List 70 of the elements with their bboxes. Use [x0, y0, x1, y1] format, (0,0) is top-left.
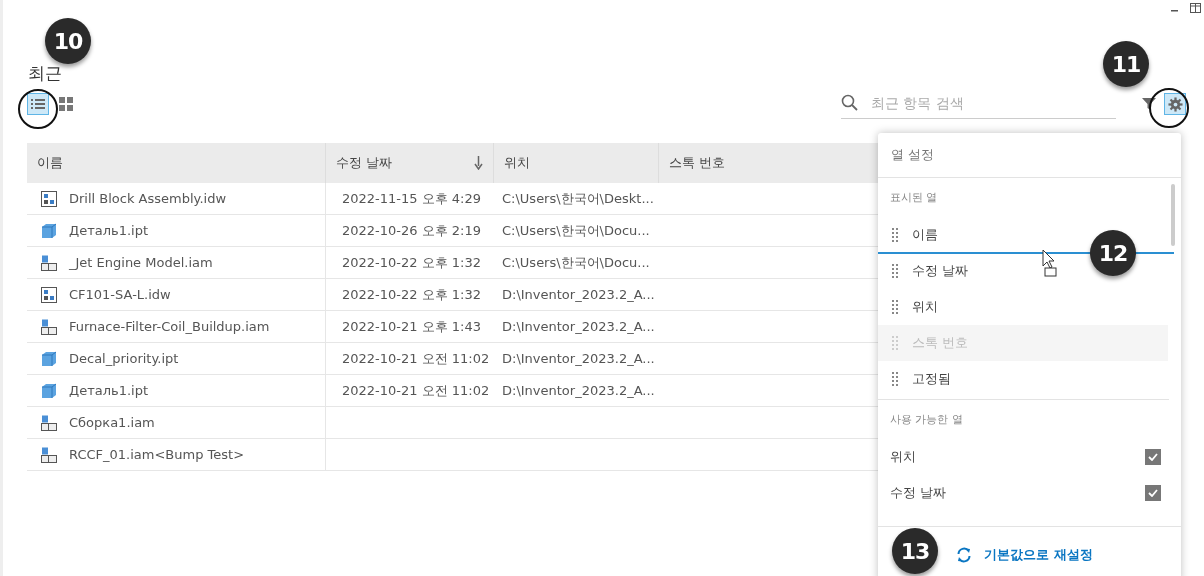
column-item[interactable]: 위치	[878, 289, 1168, 325]
table-cell: D:\Inventor_2023.2_A...	[502, 319, 655, 334]
list-icon	[31, 98, 45, 110]
table-cell: 2022-10-21 오전 11:02	[342, 381, 490, 400]
file-name[interactable]: Decal_priority.ipt	[69, 351, 179, 366]
column-option: 위치	[890, 448, 916, 466]
settings-button[interactable]	[1164, 93, 1186, 115]
section-heading: 사용 가능한 열	[889, 412, 964, 428]
column-header[interactable]: 위치	[494, 143, 659, 183]
highlight-ring	[1149, 88, 1189, 128]
column-header[interactable]: 수정 날짜	[326, 143, 494, 183]
drag-handle-icon[interactable]	[892, 371, 898, 387]
file-name[interactable]: Drill Block Assembly.idw	[69, 191, 227, 206]
assembly-icon	[41, 414, 57, 431]
column-header[interactable]: 이름	[27, 143, 326, 183]
table-cell: 2022-10-21 오전 11:02	[342, 349, 490, 368]
table-cell: 2022-10-21 오후 1:43	[342, 317, 481, 336]
check-icon	[1148, 453, 1158, 461]
file-name[interactable]: Деталь1.ipt	[69, 383, 149, 398]
grid-icon	[59, 97, 73, 111]
check-icon	[1148, 489, 1158, 497]
file-name[interactable]: CF101-SA-L.idw	[69, 287, 171, 302]
restore-icon[interactable]	[1190, 3, 1201, 13]
search-field[interactable]: 최근 항목 검색	[869, 93, 1103, 112]
table-cell: C:\Users\한국어\Deskt...	[502, 189, 654, 208]
checkbox[interactable]	[1145, 485, 1161, 501]
assembly-icon	[41, 446, 57, 463]
highlight-ring	[18, 89, 58, 129]
search-icon	[841, 93, 859, 112]
drag-handle-icon[interactable]	[892, 263, 898, 279]
assembly-icon	[41, 254, 57, 271]
filter-icon[interactable]	[1142, 97, 1156, 111]
table-cell: 2022-10-26 오후 2:19	[342, 221, 481, 240]
column-header[interactable]: 스톡 번호	[659, 143, 873, 183]
column-item[interactable]: 고정됨	[878, 361, 1168, 397]
drawing-file-icon	[41, 286, 57, 303]
checkbox[interactable]	[1145, 449, 1161, 465]
page-title: 최근	[28, 62, 62, 85]
panel-title: 열 설정	[878, 133, 1181, 178]
cube-icon	[41, 350, 57, 367]
table-cell: C:\Users\한국어\Docu...	[502, 221, 650, 240]
section-heading: 표시된 열	[889, 190, 939, 206]
table-cell: C:\Users\한국어\Docu...	[502, 253, 650, 272]
table-cell: D:\Inventor_2023.2_A...	[502, 383, 655, 398]
cube-icon	[41, 382, 57, 399]
refresh-icon	[956, 547, 972, 563]
list-view-button[interactable]	[27, 93, 49, 115]
assembly-icon	[41, 318, 57, 335]
drawing-file-icon	[41, 190, 57, 207]
drag-handle-icon[interactable]	[892, 227, 898, 243]
callout-badge: 11	[1103, 41, 1149, 87]
scrollbar[interactable]	[1171, 184, 1175, 246]
file-name[interactable]: _Jet Engine Model.iam	[69, 255, 213, 270]
file-name[interactable]: Furnace-Filter-Coil_Buildup.iam	[69, 319, 270, 334]
table-cell: D:\Inventor_2023.2_A...	[502, 287, 655, 302]
cursor-icon	[1042, 249, 1060, 279]
cube-icon	[41, 222, 57, 239]
settings-icon	[1167, 96, 1183, 112]
table-cell: 2022-11-15 오후 4:29	[342, 189, 481, 208]
table-cell: 2022-10-22 오후 1:32	[342, 253, 481, 272]
callout-badge: 10	[45, 18, 91, 64]
file-name[interactable]: Деталь1.ipt	[69, 223, 149, 238]
reset-button[interactable]: 기본값으로 재설정	[956, 546, 1093, 564]
file-name[interactable]: RCCF_01.iam<Bump Test>	[69, 447, 245, 462]
sort-arrow-icon	[474, 156, 483, 170]
file-name[interactable]: Сборка1.iam	[69, 415, 155, 430]
table-cell: D:\Inventor_2023.2_A...	[502, 351, 655, 366]
column-option: 수정 날짜	[890, 484, 947, 502]
drag-handle-icon[interactable]	[892, 299, 898, 315]
table-cell: 2022-10-22 오후 1:32	[342, 285, 481, 304]
